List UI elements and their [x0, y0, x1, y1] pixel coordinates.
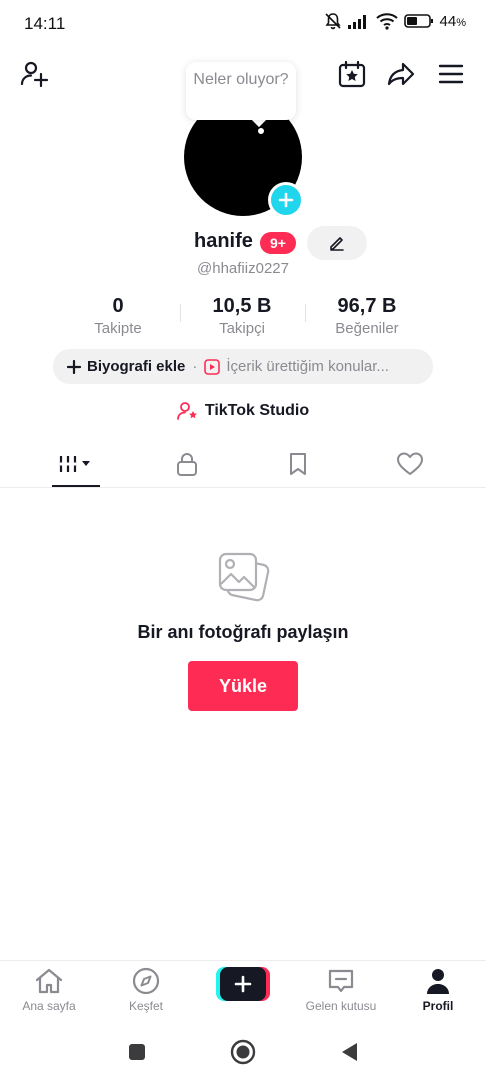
- nav-profile[interactable]: Profil: [390, 967, 486, 1013]
- tabs-divider: [0, 487, 486, 488]
- menu-button[interactable]: [435, 58, 467, 90]
- person-star-icon: [176, 402, 197, 420]
- profile-name: hanife: [194, 230, 253, 252]
- pencil-icon: [330, 237, 344, 251]
- videos-grid-icon: [59, 456, 90, 472]
- bio-separator: ·: [192, 358, 198, 375]
- heart-icon: [397, 452, 423, 475]
- tab-saved[interactable]: [268, 446, 328, 482]
- inbox-icon: [328, 969, 354, 993]
- back-button[interactable]: [335, 1038, 363, 1066]
- tab-private[interactable]: [157, 446, 217, 482]
- content-topics-link[interactable]: İçerik ürettiğim konular...: [226, 358, 389, 375]
- add-avatar-button[interactable]: [268, 182, 304, 218]
- plus-icon: [67, 359, 81, 374]
- status-bar: 14:11 44%: [0, 0, 486, 48]
- stat-divider: [305, 304, 306, 322]
- bio-pill[interactable]: Biyografi ekle · İçerik ürettiğim konula…: [53, 349, 433, 384]
- plus-icon: [278, 192, 294, 208]
- menu-icon: [438, 64, 464, 84]
- edit-profile-button[interactable]: [307, 226, 367, 260]
- recents-button[interactable]: [123, 1038, 151, 1066]
- stat-divider: [180, 304, 181, 322]
- create-plus-icon: [234, 975, 252, 993]
- calendar-button[interactable]: [336, 58, 368, 90]
- upload-button[interactable]: Yükle: [188, 661, 298, 711]
- recents-icon: [129, 1044, 145, 1060]
- stat-value: 0: [112, 295, 124, 317]
- empty-state-title: Bir anı fotoğrafı paylaşın: [137, 622, 349, 642]
- tiktok-studio-link[interactable]: TikTok Studio: [0, 401, 486, 421]
- avatar-dot: [258, 128, 264, 134]
- battery-percent: 44%: [439, 12, 466, 30]
- share-icon: [387, 62, 415, 86]
- nav-label: Keşfet: [128, 999, 164, 1013]
- nav-label: Ana sayfa: [22, 999, 76, 1013]
- create-button-core: [220, 967, 266, 1001]
- create-button[interactable]: [216, 967, 270, 1001]
- add-friend-icon: [20, 61, 49, 88]
- home-icon: [35, 968, 63, 994]
- stat-followers[interactable]: 10,5 B Takipçi: [182, 294, 302, 339]
- nav-inbox[interactable]: Gelen kutusu: [293, 967, 389, 1013]
- home-system-button[interactable]: [229, 1038, 257, 1066]
- profile-handle: @hhafiiz0227: [197, 260, 289, 277]
- status-time: 14:11: [24, 14, 66, 33]
- signal-icon: [347, 15, 366, 29]
- muted-bell-icon: [324, 13, 341, 30]
- add-friend-button[interactable]: [18, 58, 50, 90]
- system-nav-bar: [0, 1024, 486, 1080]
- battery-icon: [403, 14, 433, 28]
- nav-home[interactable]: Ana sayfa: [1, 967, 97, 1013]
- back-triangle-icon: [342, 1043, 357, 1061]
- stat-value: 10,5 B: [212, 295, 272, 317]
- stat-label: Beğeniler: [335, 320, 399, 337]
- video-play-icon: [204, 358, 221, 375]
- bookmark-icon: [290, 453, 306, 475]
- compass-icon: [132, 967, 160, 995]
- stat-label: Takipçi: [219, 320, 265, 337]
- status-bubble[interactable]: Neler oluyor?: [186, 62, 296, 120]
- notification-badge[interactable]: 9+: [260, 232, 296, 254]
- profile-icon: [427, 969, 449, 994]
- add-bio-link[interactable]: Biyografi ekle: [87, 358, 185, 375]
- tab-videos[interactable]: [46, 446, 106, 482]
- share-profile-button[interactable]: [385, 58, 417, 90]
- status-icons: 44%: [324, 12, 466, 30]
- photos-icon: [218, 552, 270, 602]
- lock-icon: [177, 453, 197, 476]
- wifi-icon: [375, 13, 398, 30]
- calendar-star-icon: [338, 60, 366, 88]
- nav-discover[interactable]: Keşfet: [98, 967, 194, 1013]
- stat-following[interactable]: 0 Takipte: [58, 294, 178, 339]
- stat-value: 96,7 B: [337, 295, 397, 317]
- home-circle-icon: [230, 1039, 256, 1065]
- stat-label: Takipte: [94, 320, 142, 337]
- tiktok-studio-label: TikTok Studio: [204, 402, 310, 419]
- nav-label: Profil: [422, 999, 454, 1013]
- nav-label: Gelen kutusu: [305, 999, 377, 1013]
- stat-likes[interactable]: 96,7 B Beğeniler: [307, 294, 427, 339]
- tab-liked[interactable]: [380, 446, 440, 482]
